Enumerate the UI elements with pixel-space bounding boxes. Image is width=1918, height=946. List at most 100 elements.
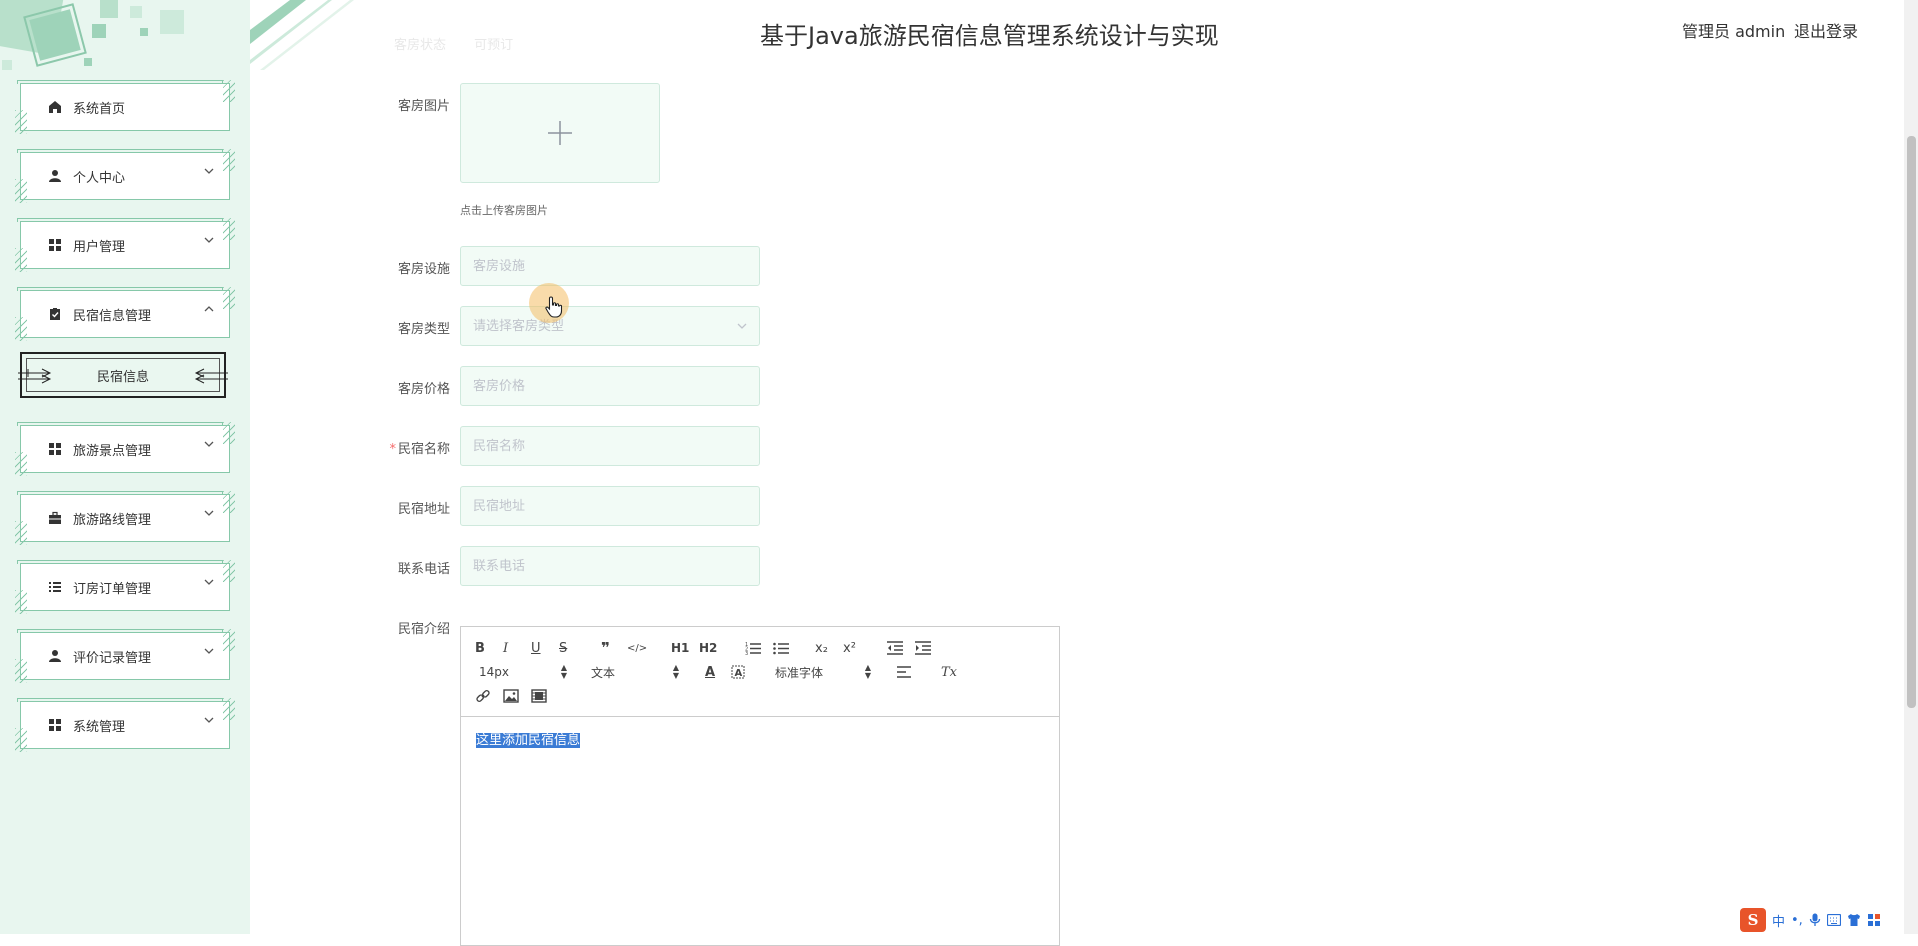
chevron-down-icon [737, 323, 747, 329]
home-icon [47, 99, 63, 115]
shirt-icon[interactable] [1847, 913, 1861, 927]
ime-logo[interactable]: S [1740, 908, 1766, 932]
hatch-decoration [15, 728, 27, 752]
svg-text:A: A [735, 668, 743, 679]
user-icon [47, 168, 63, 184]
homestay-name-input[interactable] [460, 426, 760, 466]
room-type-input[interactable] [460, 306, 760, 346]
outdent-icon[interactable] [887, 639, 903, 657]
hatch-decoration [223, 80, 235, 102]
hatch-decoration [15, 110, 27, 134]
sidebar-item-home[interactable]: 系统首页 [15, 80, 235, 134]
sidebar-item-route-management[interactable]: 旅游路线管理 [15, 491, 235, 545]
hatch-decoration [223, 218, 235, 240]
ime-mode[interactable]: 中 [1772, 911, 1785, 930]
microphone-icon[interactable] [1809, 913, 1821, 927]
hatch-decoration [15, 179, 27, 203]
room-type-select[interactable] [460, 306, 760, 346]
sort-arrows-icon: ▲ ▼ [560, 663, 567, 680]
room-type-label: 客房类型 [397, 322, 450, 337]
sidebar-item-homestay-management[interactable]: 民宿信息管理 [15, 287, 235, 341]
hatch-decoration [223, 698, 235, 720]
price-input[interactable] [460, 366, 760, 406]
sidebar-item-label: 旅游路线管理 [73, 512, 152, 528]
code-block-button[interactable]: </> [627, 639, 647, 657]
bullet-list-icon[interactable] [773, 639, 789, 657]
homestay-name-label: * 民宿名称 [350, 438, 450, 457]
ime-punctuation[interactable]: •, [1791, 913, 1803, 928]
logout-button[interactable]: 退出登录 [1794, 18, 1858, 42]
submenu-item-label: 民宿信息 [96, 369, 149, 385]
sidebar-item-label: 评价记录管理 [73, 650, 152, 666]
room-status-row: 客房状态 可预订 [394, 34, 537, 53]
chevron-down-icon [204, 168, 214, 174]
chevron-down-icon [204, 237, 214, 243]
chevron-down-icon [204, 648, 214, 654]
sidebar-item-label: 订房订单管理 [73, 581, 152, 597]
link-icon[interactable] [475, 687, 491, 705]
price-label: 客房价格 [397, 382, 450, 397]
underline-button[interactable]: U [531, 639, 541, 657]
strike-button[interactable]: S [559, 639, 567, 657]
editor-toolbar: B I U S ❞ </> H1 H2 123 x₂ x² 14px ▲ ▼ 文本… [461, 627, 1059, 717]
image-icon[interactable] [503, 687, 519, 705]
italic-button[interactable]: I [503, 639, 508, 657]
hatch-decoration [15, 452, 27, 476]
ime-toolbar: S 中 •, [1740, 908, 1881, 932]
sidebar-item-review-management[interactable]: 评价记录管理 [15, 629, 235, 683]
h2-button[interactable]: H2 [699, 639, 717, 657]
sidebar-item-system-management[interactable]: 系统管理 [15, 698, 235, 752]
font-size-value: 14px [479, 665, 509, 679]
sort-arrows-icon: ▲ ▼ [864, 663, 871, 680]
phone-input[interactable] [460, 546, 760, 586]
briefcase-icon [47, 510, 63, 526]
submenu-item-homestay-info[interactable]: 民宿信息 [18, 352, 228, 398]
font-family-select[interactable]: 标准字体 ▲ ▼ [775, 663, 871, 681]
scrollbar-thumb[interactable] [1907, 136, 1916, 708]
sidebar-item-order-management[interactable]: 订房订单管理 [15, 560, 235, 614]
ordered-list-icon[interactable]: 123 [745, 639, 761, 657]
room-status-value: 可预订 [474, 38, 514, 53]
keyboard-icon[interactable] [1826, 914, 1841, 926]
sidebar-item-label: 系统管理 [73, 719, 126, 735]
required-mark: * [389, 442, 396, 457]
hatch-decoration [15, 248, 27, 272]
bold-button[interactable]: B [475, 639, 485, 657]
facilities-input[interactable] [460, 246, 760, 286]
blockquote-button[interactable]: ❞ [601, 639, 610, 657]
image-upload-button[interactable] [460, 83, 660, 183]
hatch-decoration [15, 317, 27, 341]
sidebar: 系统首页 个人中心 用户管理 民宿信息管理 民宿信息 旅游景点管理 旅游路线管理… [0, 0, 250, 934]
room-image-label: 客房图片 [397, 99, 450, 114]
sidebar-item-attraction-management[interactable]: 旅游景点管理 [15, 422, 235, 476]
sidebar-item-label: 民宿信息管理 [73, 308, 152, 324]
sidebar-item-personal-center[interactable]: 个人中心 [15, 149, 235, 203]
hatch-decoration [223, 560, 235, 582]
subscript-button[interactable]: x₂ [815, 639, 828, 657]
sidebar-item-label: 用户管理 [73, 239, 126, 255]
clear-format-button[interactable]: Tx [941, 663, 957, 681]
address-input[interactable] [460, 486, 760, 526]
phone-label: 联系电话 [397, 562, 450, 577]
sidebar-item-user-management[interactable]: 用户管理 [15, 218, 235, 272]
room-status-label: 客房状态 [394, 38, 447, 53]
arrow-right-icon [18, 368, 52, 384]
upload-hint: 点击上传客房图片 [460, 204, 548, 217]
hatch-decoration [15, 521, 27, 545]
apps-grid-icon[interactable] [1867, 913, 1881, 927]
video-icon[interactable] [531, 687, 547, 705]
sidebar-item-label: 系统首页 [73, 101, 126, 117]
font-size-select[interactable]: 14px ▲ ▼ [479, 663, 567, 681]
indent-icon[interactable] [915, 639, 931, 657]
superscript-button[interactable]: x² [843, 639, 856, 657]
font-color-icon[interactable]: A [705, 663, 715, 681]
grid-icon [47, 441, 63, 457]
background-color-icon[interactable]: A [731, 663, 745, 681]
header-style-select[interactable]: 文本 ▲ ▼ [591, 663, 679, 681]
editor-content-area[interactable]: 这里添加民宿信息 [461, 717, 1059, 760]
h1-button[interactable]: H1 [671, 639, 689, 657]
sidebar-item-label: 个人中心 [73, 170, 126, 186]
align-left-icon[interactable] [897, 663, 913, 681]
hatch-decoration [223, 422, 235, 444]
svg-text:3: 3 [745, 651, 748, 655]
